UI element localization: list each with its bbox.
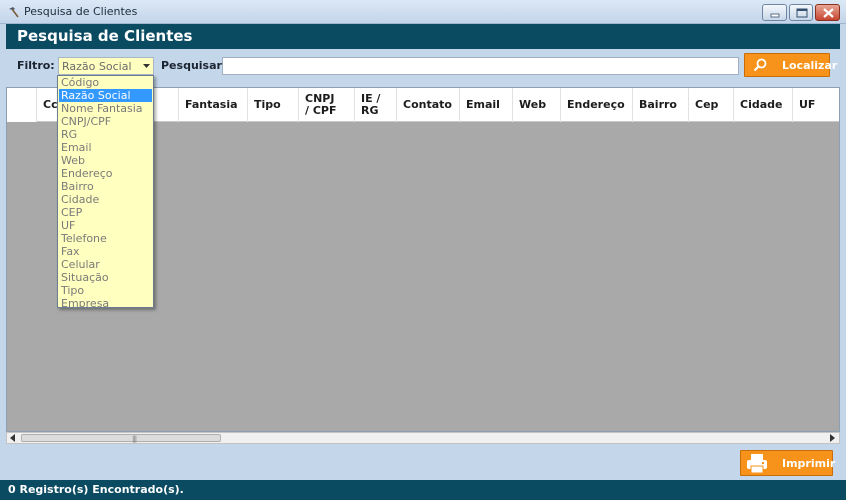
column-header-contato[interactable]: Contato <box>397 88 460 122</box>
scrollbar-grip-icon: ||| <box>132 435 137 443</box>
row-header-corner <box>7 88 37 122</box>
column-header-tipo[interactable]: Tipo <box>248 88 299 122</box>
dropdown-option-cidade[interactable]: Cidade <box>59 193 152 206</box>
column-header-cep[interactable]: Cep <box>689 88 734 122</box>
dropdown-option-tipo[interactable]: Tipo <box>59 284 152 297</box>
minimize-button[interactable] <box>762 4 787 21</box>
dropdown-option-nome-fantasia[interactable]: Nome Fantasia <box>59 102 152 115</box>
column-header-email[interactable]: Email <box>460 88 513 122</box>
maximize-button[interactable] <box>789 4 813 21</box>
column-header-ie-rg[interactable]: IE / RG <box>355 88 397 122</box>
column-header-cnpj-cpf[interactable]: CNPJ / CPF <box>299 88 355 122</box>
page-header: Pesquisa de Clientes <box>6 24 840 49</box>
column-header-fantasia[interactable]: Fantasia <box>179 88 248 122</box>
horizontal-scrollbar[interactable]: ||| <box>6 432 840 444</box>
printer-icon <box>747 454 767 474</box>
filter-label: Filtro: <box>17 59 55 72</box>
page-title: Pesquisa de Clientes <box>17 27 193 45</box>
close-icon <box>823 8 834 18</box>
dropdown-option-empresa[interactable]: Empresa <box>59 297 152 310</box>
search-label: Pesquisar: <box>161 59 227 72</box>
column-header-web[interactable]: Web <box>513 88 561 122</box>
chevron-down-icon <box>143 64 150 68</box>
search-input[interactable] <box>222 57 739 75</box>
filter-select[interactable]: Razão Social <box>58 57 154 75</box>
dropdown-option-celular[interactable]: Celular <box>59 258 152 271</box>
filter-select-value: Razão Social <box>62 60 132 73</box>
dropdown-option-web[interactable]: Web <box>59 154 152 167</box>
dropdown-option-endereco[interactable]: Endereço <box>59 167 152 180</box>
dropdown-option-fax[interactable]: Fax <box>59 245 152 258</box>
column-header-endereco[interactable]: Endereço <box>561 88 633 122</box>
print-button[interactable]: Imprimir <box>740 450 836 476</box>
dropdown-option-codigo[interactable]: Código <box>59 76 152 89</box>
close-button[interactable] <box>815 4 840 21</box>
locate-button[interactable]: Localizar <box>744 53 837 77</box>
dropdown-option-razao-social[interactable]: Razão Social <box>59 89 152 102</box>
search-icon <box>753 58 767 72</box>
dropdown-option-rg[interactable]: RG <box>59 128 152 141</box>
print-button-label: Imprimir <box>782 457 836 470</box>
scroll-left-icon[interactable] <box>10 434 16 442</box>
record-count-status: 0 Registro(s) Encontrado(s). <box>8 483 184 496</box>
maximize-icon <box>796 8 808 18</box>
dropdown-option-cep[interactable]: CEP <box>59 206 152 219</box>
locate-button-label: Localizar <box>782 59 838 72</box>
scroll-right-icon[interactable] <box>830 434 836 442</box>
column-header-uf[interactable]: UF <box>793 88 839 122</box>
column-header-cidade[interactable]: Cidade <box>734 88 793 122</box>
dropdown-option-cnpj-cpf[interactable]: CNPJ/CPF <box>59 115 152 128</box>
dropdown-option-email[interactable]: Email <box>59 141 152 154</box>
dropdown-option-bairro[interactable]: Bairro <box>59 180 152 193</box>
status-bar: 0 Registro(s) Encontrado(s). <box>0 480 846 500</box>
dropdown-option-situacao[interactable]: Situação <box>59 271 152 284</box>
hammer-icon <box>9 7 19 18</box>
minimize-icon <box>770 13 780 18</box>
window-titlebar: Pesquisa de Clientes <box>0 0 846 24</box>
filter-dropdown-list[interactable]: Código Razão Social Nome Fantasia CNPJ/C… <box>57 75 154 310</box>
scrollbar-thumb[interactable]: ||| <box>21 434 221 443</box>
dropdown-option-telefone[interactable]: Telefone <box>59 232 152 245</box>
dropdown-option-uf[interactable]: UF <box>59 219 152 232</box>
column-header-bairro[interactable]: Bairro <box>633 88 689 122</box>
window-title: Pesquisa de Clientes <box>24 5 138 18</box>
